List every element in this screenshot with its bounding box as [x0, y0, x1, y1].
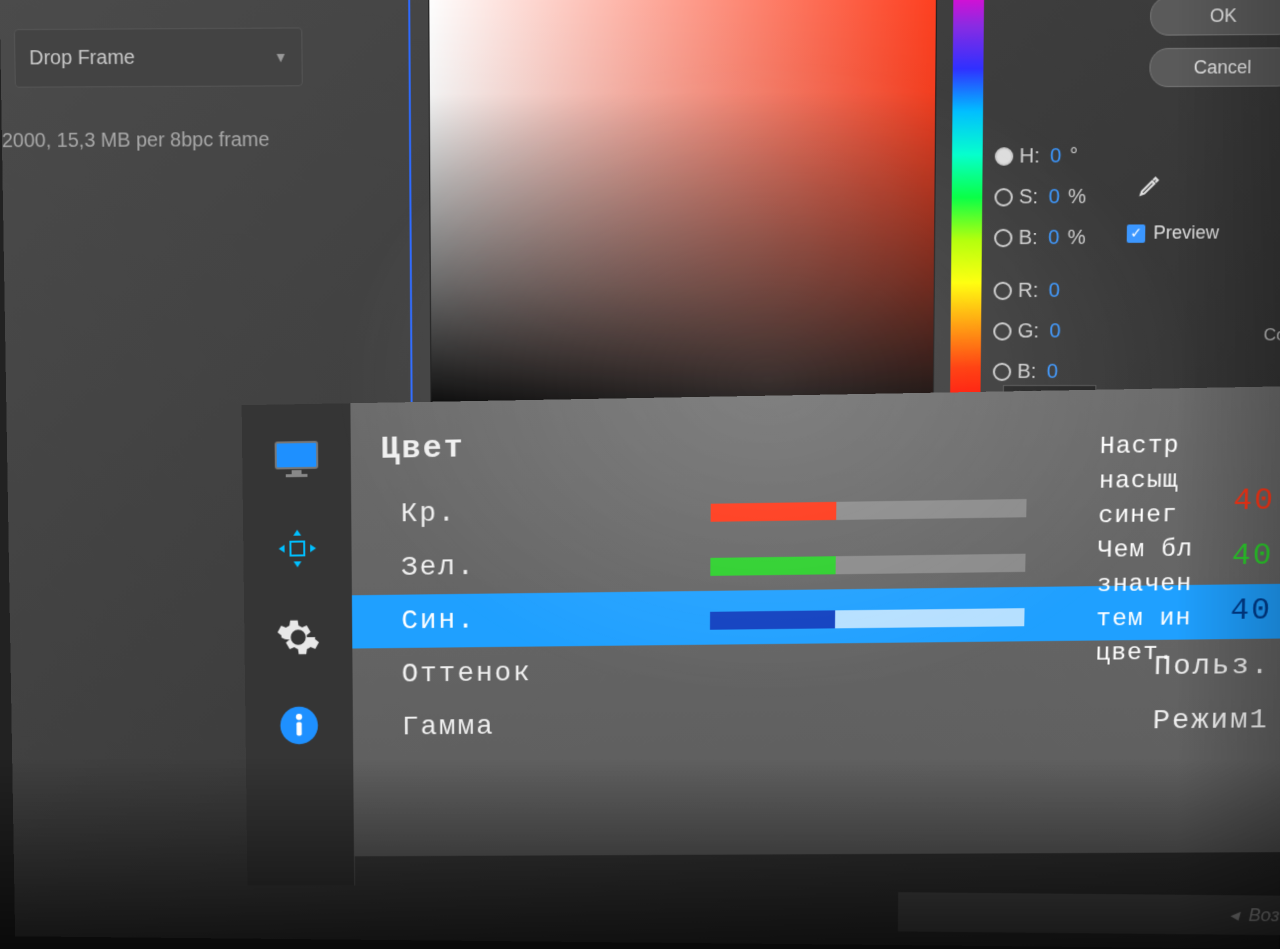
g-row[interactable]: G: 0: [993, 311, 1085, 352]
cancel-button[interactable]: Cancel: [1149, 47, 1280, 87]
r-row[interactable]: R: 0: [993, 270, 1085, 311]
hue-slider[interactable]: [950, 0, 984, 410]
b-radio[interactable]: [993, 363, 1011, 381]
frame-size-info: 2000, 15,3 MB per 8bpc frame: [2, 129, 270, 153]
preview-checkbox[interactable]: ✓ Preview: [1127, 222, 1220, 244]
blue-slider[interactable]: [710, 608, 1025, 630]
drop-frame-label: Drop Frame: [29, 46, 135, 70]
ok-button[interactable]: OK: [1150, 0, 1280, 36]
osd-row-gamma[interactable]: Гамма Режим1: [353, 693, 1280, 754]
osd-description: НастрнасыщсинегЧем блзначентем инцвет.: [1095, 427, 1280, 672]
sat-row[interactable]: S: 0 %: [994, 177, 1086, 218]
chevron-down-icon: ▼: [274, 49, 288, 65]
eyedropper-icon[interactable]: [1138, 171, 1165, 198]
red-slider[interactable]: [711, 499, 1027, 522]
bri-radio[interactable]: [994, 229, 1013, 247]
osd-tab-bar: [242, 403, 356, 885]
bri-row[interactable]: B: 0 %: [994, 217, 1086, 258]
info-icon: [278, 705, 319, 746]
osd-tab-settings[interactable]: [269, 612, 328, 662]
monitor-osd-overlay: Цвет Кр. 40 Зел. 40 Син. 40 Оттенок Поль…: [242, 386, 1280, 876]
gear-icon: [275, 614, 321, 660]
sat-radio[interactable]: [994, 188, 1013, 206]
osd-tab-position[interactable]: [268, 523, 327, 573]
drop-frame-select[interactable]: Drop Frame ▼: [14, 27, 303, 87]
nav-back-icon: ◂: [1229, 905, 1238, 926]
r-radio[interactable]: [994, 282, 1012, 300]
hue-row[interactable]: H: 0 °: [995, 136, 1087, 177]
hue-radio[interactable]: [995, 147, 1014, 165]
g-radio[interactable]: [993, 322, 1011, 340]
arrows-icon: [273, 523, 323, 573]
color-field[interactable]: [428, 0, 937, 412]
color-readouts: H: 0 ° S: 0 % B: 0 % R: 0 G: 0 B: [993, 136, 1087, 392]
osd-tab-display[interactable]: [267, 434, 327, 485]
osd-tab-info[interactable]: [270, 701, 329, 750]
nav-strip: ◂ Boз: [898, 892, 1280, 935]
check-icon: ✓: [1127, 224, 1146, 242]
green-slider[interactable]: [710, 554, 1025, 576]
cop-label: Cop: [1263, 325, 1280, 345]
